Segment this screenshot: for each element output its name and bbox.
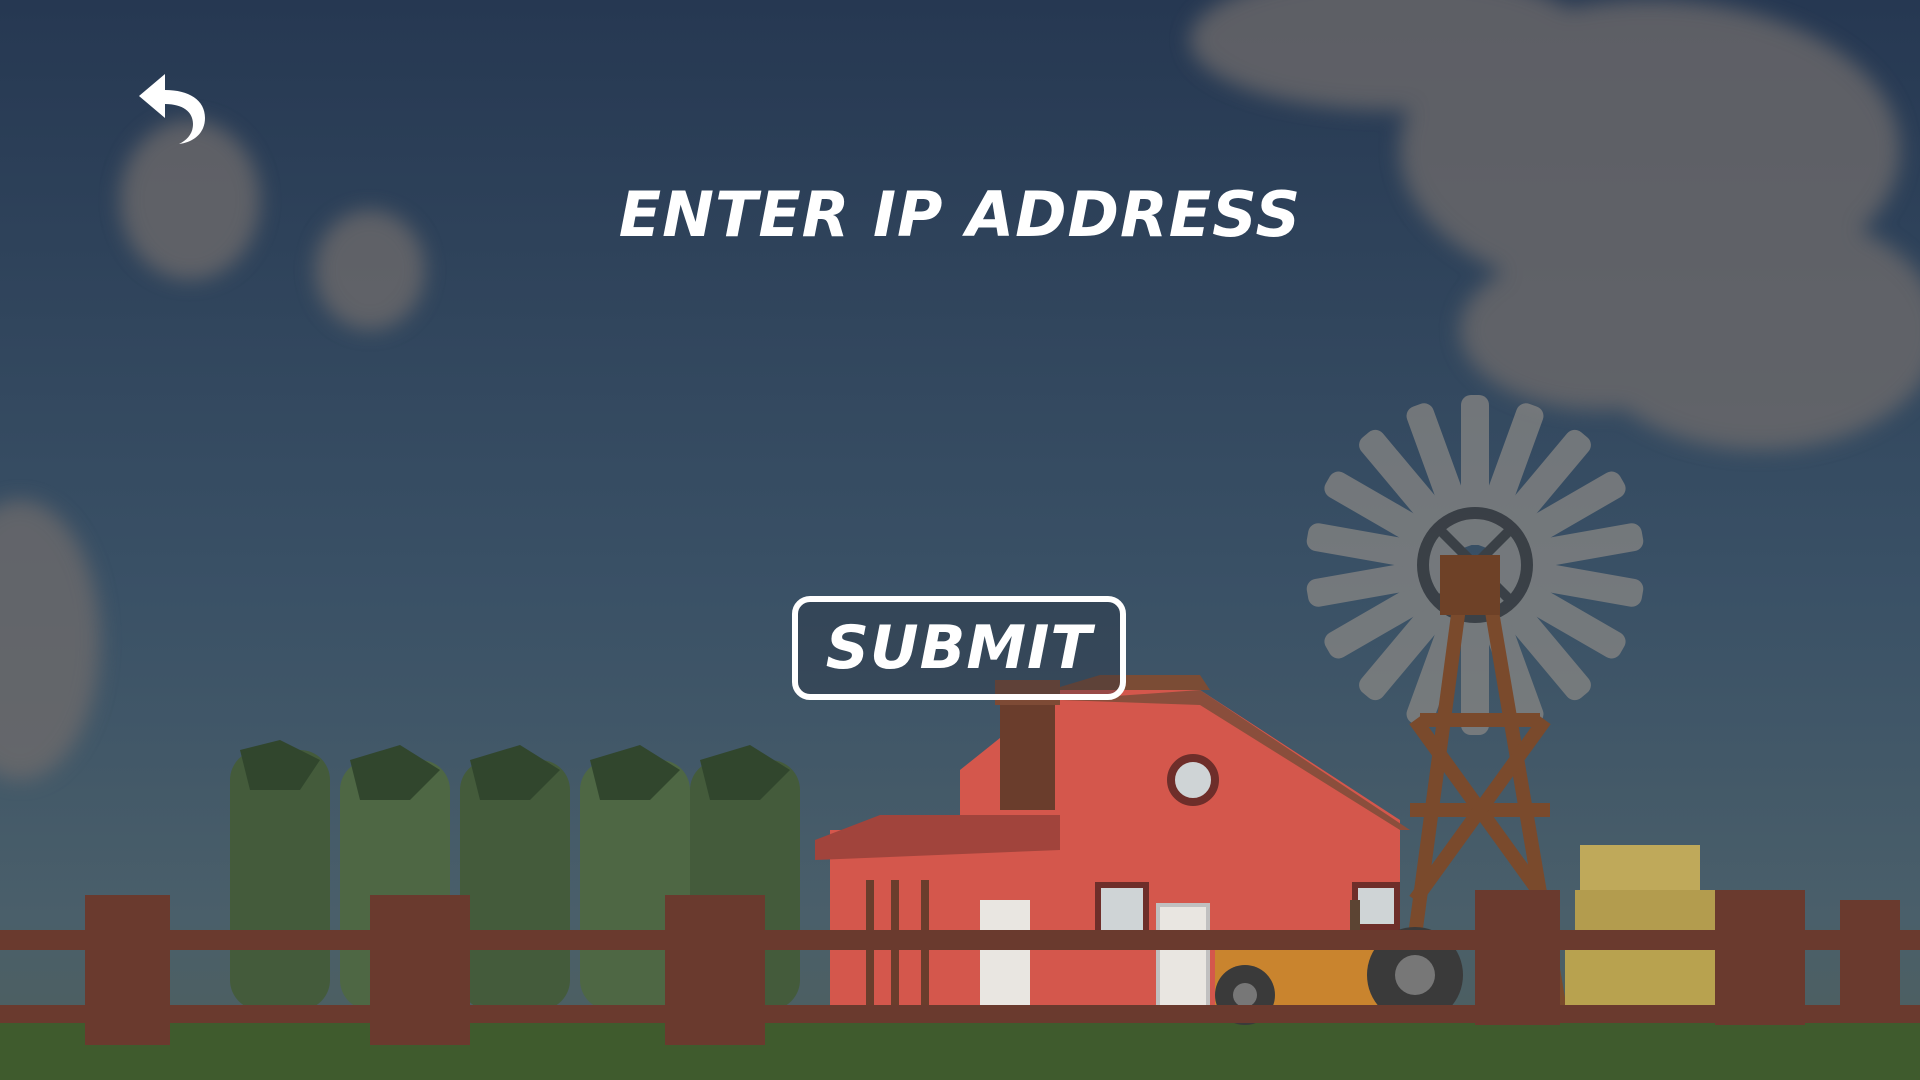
submit-button-label: SUBMIT: [825, 613, 1093, 683]
grass: [0, 1018, 1920, 1080]
back-arrow-icon: [139, 74, 205, 144]
back-button[interactable]: [135, 68, 207, 148]
farm-background-scene: [0, 0, 1920, 1080]
ip-address-input[interactable]: [660, 300, 1264, 392]
page-title: ENTER IP ADDRESS: [618, 178, 1302, 251]
ip-entry-screen: ENTER IP ADDRESS SUBMIT: [0, 0, 1920, 1080]
submit-button[interactable]: SUBMIT: [792, 596, 1126, 700]
